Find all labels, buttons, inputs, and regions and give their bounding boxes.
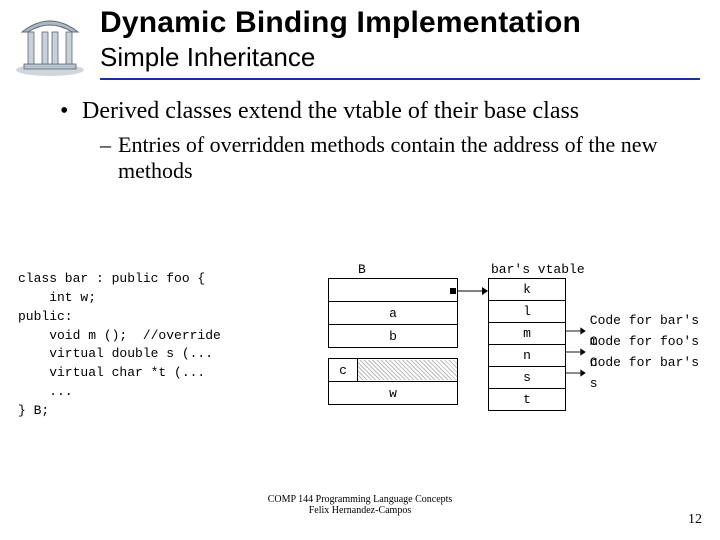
arrow-icon (566, 368, 586, 378)
code-line-3: public: (18, 309, 73, 324)
unc-well-logo (10, 8, 90, 78)
slide-subtitle: Simple Inheritance (100, 42, 700, 73)
vptr-dot-icon (448, 285, 458, 297)
object-row-a: a (328, 302, 458, 325)
code-line-2: int w; (18, 290, 96, 305)
arrow-s-label: Code for bar's s (590, 352, 702, 394)
page-number: 12 (688, 512, 702, 528)
code-line-6: virtual char *t (... (18, 365, 205, 380)
bullet-sub-text: Entries of overridden methods contain th… (118, 132, 690, 185)
vtable-layout: k l m n s t (488, 278, 566, 411)
vtable-row-s: s (488, 367, 566, 389)
vtable-label: bar's vtable (491, 262, 585, 277)
object-row-c-shade (358, 360, 457, 380)
arrow-s: Code for bar's s (566, 362, 702, 383)
bullet-marker: • (60, 96, 82, 126)
footer-line-1: COMP 144 Programming Language Concepts (0, 494, 720, 505)
arrow-icon (566, 326, 586, 336)
object-row-b: b (328, 325, 458, 348)
slide-title: Dynamic Binding Implementation (100, 6, 700, 40)
footer-line-2: Felix Hernandez-Campos (0, 505, 720, 516)
footer: COMP 144 Programming Language Concepts F… (0, 494, 720, 516)
arrow-icon (566, 347, 586, 357)
code-line-7: ... (18, 384, 73, 399)
bullet-sub: – Entries of overridden methods contain … (100, 132, 690, 185)
diagram: class bar : public foo { int w; public: … (18, 270, 702, 450)
vptr-arrow-icon (458, 287, 488, 295)
code-line-4: void m (); //override (18, 328, 221, 343)
vtable-row-k: k (488, 278, 566, 301)
object-row-c: c (328, 359, 458, 382)
vtable-row-n: n (488, 345, 566, 367)
header-rule (100, 78, 700, 80)
code-line-5: virtual double s (... (18, 346, 213, 361)
object-row-w: w (328, 382, 458, 405)
dash-marker: – (100, 132, 118, 185)
vtable-arrows: Code for bar's m Code for foo's n Code f… (566, 320, 702, 383)
vtable-row-m: m (488, 323, 566, 345)
code-line-8: } B; (18, 403, 49, 418)
object-row-vptr (328, 278, 458, 302)
bullet-main-text: Derived classes extend the vtable of the… (82, 96, 579, 126)
code-line-1: class bar : public foo { (18, 271, 205, 286)
code-block: class bar : public foo { int w; public: … (18, 270, 318, 421)
object-label: B (358, 262, 366, 277)
bullet-main: • Derived classes extend the vtable of t… (60, 96, 690, 126)
vtable-row-t: t (488, 389, 566, 411)
object-layout: a b c w (328, 278, 458, 405)
object-row-gap (328, 348, 458, 359)
vtable-row-l: l (488, 301, 566, 323)
